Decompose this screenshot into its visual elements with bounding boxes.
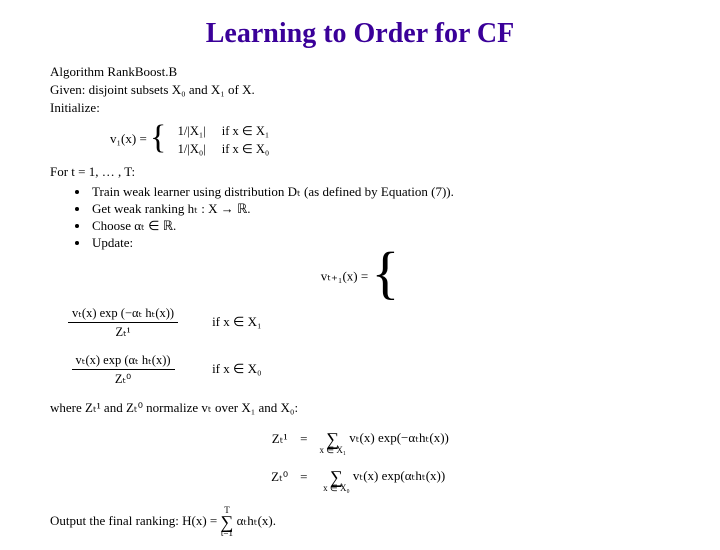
init-label: Initialize: <box>50 100 670 116</box>
update-cases: vₜ(x) exp (−αₜ hₜ(x)) Zₜ¹ if x ∈ X₁ vₜ(x… <box>50 298 280 394</box>
z1-sum-under: x ∈ X₁ <box>319 446 345 455</box>
update-frac0: vₜ(x) exp (αₜ hₜ(x)) Zₜ⁰ <box>72 352 175 387</box>
update-num1: vₜ(x) exp (−αₜ hₜ(x)) <box>68 305 178 323</box>
eq-sign-2: = <box>294 458 313 496</box>
init-lhs: v₁(x) = <box>110 131 147 146</box>
brace-icon: { <box>150 124 166 151</box>
z1-lhs: Zₜ¹ <box>265 420 294 458</box>
bullet-alpha: Choose αₜ ∈ ℝ. <box>90 218 670 234</box>
update-equation: vₜ₊₁(x) = { vₜ(x) exp (−αₜ hₜ(x)) Zₜ¹ if… <box>50 257 670 394</box>
update-den1: Zₜ¹ <box>68 323 178 340</box>
output-line: Output the final ranking: H(x) = T ∑ t=1… <box>50 506 670 538</box>
init-cond0: if x ∈ X₀ <box>214 140 278 158</box>
for-line: For t = 1, … , T: <box>50 164 670 180</box>
z0-lhs: Zₜ⁰ <box>265 458 294 496</box>
output-prefix: Output the final ranking: H(x) = <box>50 513 217 528</box>
algorithm-name: Algorithm RankBoost.B <box>50 64 670 80</box>
update-cond1: if x ∈ X₁ <box>196 300 277 345</box>
init-case1: 1/|X₁| <box>170 122 214 140</box>
sum-icon-2: ∑ x ∈ X₀ <box>323 461 349 493</box>
eq-sign-1: = <box>294 420 313 458</box>
sum-icon-1: ∑ x ∈ X₁ <box>319 423 345 455</box>
brace-huge-icon: { <box>371 253 399 294</box>
output-sum-bot: t=1 <box>221 529 234 538</box>
z-table: Zₜ¹ = ∑ x ∈ X₁ vₜ(x) exp(−αₜhₜ(x)) Zₜ⁰ = <box>265 420 455 496</box>
init-equation: v₁(x) = { 1/|X₁| if x ∈ X₁ 1/|X₀| if x ∈… <box>110 122 670 158</box>
bullet-train: Train weak learner using distribution Dₜ… <box>90 184 670 200</box>
init-cases: 1/|X₁| if x ∈ X₁ 1/|X₀| if x ∈ X₀ <box>170 122 278 158</box>
sum-icon-out: T ∑ t=1 <box>221 506 234 538</box>
update-den0: Zₜ⁰ <box>72 370 175 387</box>
output-term: αₜhₜ(x). <box>237 513 276 528</box>
slide-container: Learning to Order for CF Algorithm RankB… <box>0 0 720 550</box>
page-title: Learning to Order for CF <box>50 18 670 50</box>
z0-rhs: vₜ(x) exp(αₜhₜ(x)) <box>353 468 445 483</box>
z0-sum-under: x ∈ X₀ <box>323 484 349 493</box>
update-lhs: vₜ₊₁(x) = <box>321 268 368 283</box>
update-num0: vₜ(x) exp (αₜ hₜ(x)) <box>72 352 175 370</box>
update-frac1: vₜ(x) exp (−αₜ hₜ(x)) Zₜ¹ <box>68 305 178 340</box>
bullet-ranking: Get weak ranking hₜ : X → ℝ. <box>90 201 670 217</box>
z-equations: Zₜ¹ = ∑ x ∈ X₁ vₜ(x) exp(−αₜhₜ(x)) Zₜ⁰ = <box>50 420 670 496</box>
init-cond1: if x ∈ X₁ <box>214 122 278 140</box>
where-line: where Zₜ¹ and Zₜ⁰ normalize vₜ over X₁ a… <box>50 400 670 416</box>
update-cond0: if x ∈ X₀ <box>196 347 277 392</box>
init-case0: 1/|X₀| <box>170 140 214 158</box>
given-line: Given: disjoint subsets X₀ and X₁ of X. <box>50 82 670 98</box>
z1-rhs: vₜ(x) exp(−αₜhₜ(x)) <box>349 430 449 445</box>
